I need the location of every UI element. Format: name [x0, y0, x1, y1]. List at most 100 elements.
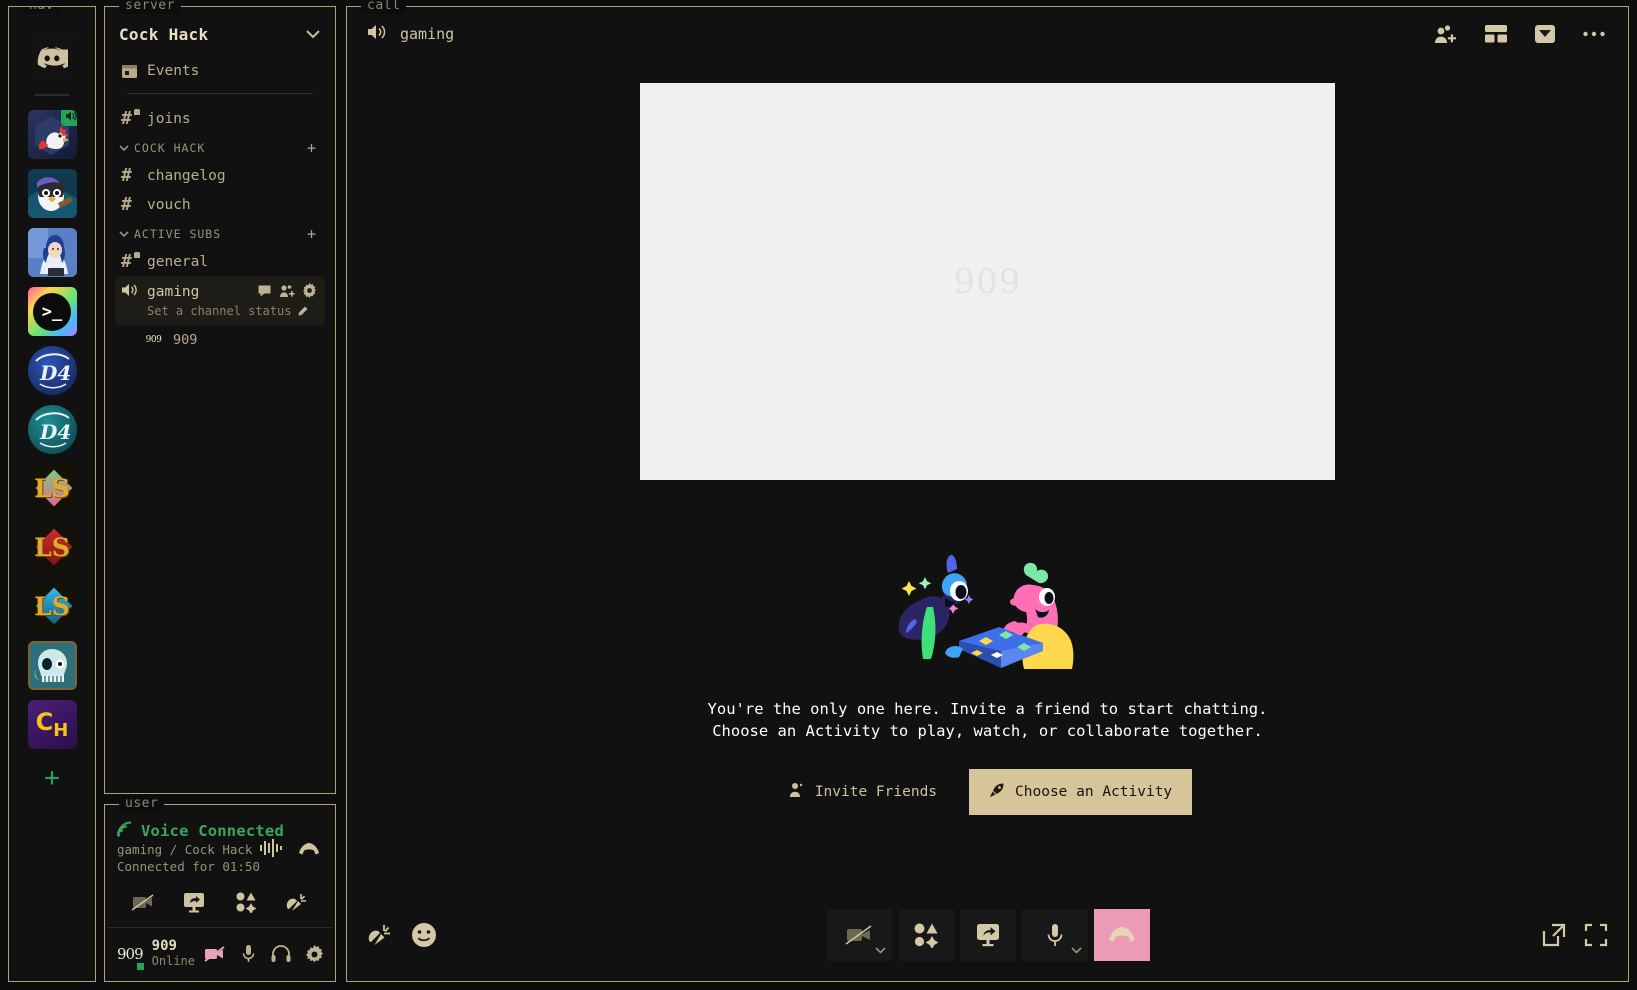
sidebar-item-general[interactable]: # general [115, 247, 325, 276]
sidebar-item-d4-teal-server[interactable]: D4 [27, 405, 77, 454]
screen-share-icon [976, 924, 999, 947]
invite-person-icon [789, 782, 805, 802]
microphone-toggle-button[interactable] [1021, 909, 1088, 961]
fullscreen-icon [1584, 923, 1608, 947]
chat-bubble-icon[interactable] [257, 283, 272, 302]
camera-off-icon [845, 925, 871, 945]
voice-connected-badge [60, 110, 77, 126]
sidebar-item-terminal-server[interactable]: >_ [27, 287, 77, 336]
sidebar-item-gaming-voice[interactable]: gaming Set a channel status [115, 276, 325, 325]
sidebar-item-changelog[interactable]: # changelog [115, 161, 325, 190]
sidebar-item-anime-server[interactable] [27, 228, 77, 277]
disconnect-call-icon[interactable] [297, 841, 321, 860]
user-profile-bar[interactable]: 909 909 Online [105, 928, 335, 981]
sidebar-item-penguin-server[interactable] [27, 169, 77, 218]
camera-off-button[interactable] [128, 889, 158, 915]
popout-button[interactable] [1542, 923, 1566, 947]
server-slot: LS [9, 582, 95, 631]
avatar: 909 [143, 329, 164, 350]
add-channel-button[interactable]: + [307, 139, 317, 157]
screen-share-icon [184, 893, 205, 913]
empty-state-text: You're the only one here. Invite a frien… [708, 698, 1268, 742]
terminal-prompt-icon: >_ [33, 292, 71, 331]
sidebar-item-ls-blue-server[interactable]: LS [27, 582, 77, 631]
voice-connected-header: Voice Connected [117, 821, 323, 841]
headphones-icon[interactable] [270, 943, 292, 965]
hash-icon: # [121, 194, 132, 215]
screen-share-button[interactable] [959, 909, 1016, 961]
activities-button[interactable] [897, 909, 954, 961]
svg-text:D4: D4 [39, 420, 71, 444]
activities-button[interactable] [231, 889, 261, 915]
more-options-icon[interactable] [1582, 30, 1606, 38]
speaker-icon [367, 23, 387, 45]
camera-disabled-icon[interactable] [204, 943, 226, 965]
sidebar-item-events[interactable]: Events [115, 56, 325, 85]
sidebar-item-ch-server[interactable]: CH [27, 700, 77, 749]
add-server-button[interactable]: + [44, 765, 60, 791]
settings-gear-icon[interactable] [303, 943, 325, 965]
fullscreen-button[interactable] [1584, 923, 1608, 947]
channel-column: server Cock Hack Events # joins COCK HAC… [104, 0, 336, 982]
invite-friends-button[interactable]: Invite Friends [783, 772, 943, 812]
screen-share-button[interactable] [179, 889, 209, 915]
choose-activity-button[interactable]: Choose an Activity [969, 768, 1193, 815]
invite-friends-label: Invite Friends [814, 783, 938, 800]
voice-right-controls [259, 839, 321, 861]
rocket-icon [989, 782, 1005, 802]
settings-gear-icon[interactable] [302, 282, 317, 302]
smiley-icon [412, 923, 436, 947]
category-left: ACTIVE SUBS [119, 227, 221, 241]
disconnect-button[interactable] [1093, 909, 1150, 961]
empty-state-illustration [899, 554, 1074, 669]
server-header-dropdown[interactable]: Cock Hack [105, 15, 335, 56]
microphone-icon[interactable] [237, 943, 259, 965]
chevron-down-icon[interactable] [874, 947, 886, 957]
sidebar-item-rooster-server[interactable] [27, 110, 77, 159]
sidebar-item-d4-blue-server[interactable]: D4 [27, 346, 77, 395]
video-tile[interactable]: 909 [640, 83, 1335, 480]
chevron-down-icon[interactable] [1070, 947, 1082, 957]
channel-status-placeholder[interactable]: Set a channel status [147, 304, 317, 318]
add-channel-button[interactable]: + [307, 225, 317, 243]
server-slot [9, 169, 95, 218]
channel-status-text: Set a channel status [147, 304, 292, 318]
sidebar-item-label: general [147, 253, 209, 270]
add-person-icon[interactable] [1434, 24, 1458, 44]
voice-member-name: 909 [173, 331, 198, 348]
camera-toggle-button[interactable] [825, 909, 892, 961]
soundboard-button[interactable] [367, 923, 393, 947]
user-panel: user Voice Connected gaming / Cock Hack [104, 796, 336, 982]
sidebar-item-skull-server[interactable] [27, 641, 77, 690]
emoji-button[interactable] [411, 922, 437, 948]
call-channel-title: gaming [400, 25, 455, 43]
ls-logo-text: LS [34, 592, 70, 621]
camera-off-icon [131, 894, 154, 911]
nav-server-list: >_ D4 D4 LS LS LS CH + [9, 33, 95, 791]
sidebar-item-ls-green-server[interactable]: LS [27, 464, 77, 513]
chat-panel-icon[interactable] [1534, 24, 1556, 44]
sidebar-item-discord-home[interactable] [27, 33, 77, 82]
sidebar-item-joins[interactable]: # joins [115, 104, 325, 133]
video-tile-watermark: 909 [953, 261, 1022, 302]
invite-person-icon[interactable] [279, 283, 295, 302]
sidebar-item-ls-red-server[interactable]: LS [27, 523, 77, 572]
speaker-icon [66, 111, 77, 121]
avatar[interactable]: 909 [117, 937, 146, 972]
grid-layout-icon[interactable] [1484, 24, 1508, 44]
category-active-subs[interactable]: ACTIVE SUBS + [115, 219, 325, 247]
hash-lock-icon: # [121, 252, 140, 271]
channel-divider [127, 93, 313, 94]
sidebar-item-vouch[interactable]: # vouch [115, 190, 325, 219]
category-cock-hack[interactable]: COCK HACK + [115, 133, 325, 161]
soundboard-button[interactable] [282, 889, 312, 915]
server-panel-legend: server [119, 0, 181, 14]
signal-icon [117, 821, 134, 841]
voice-member-909[interactable]: 909 909 [115, 325, 325, 354]
category-label: ACTIVE SUBS [134, 227, 222, 241]
sidebar-item-label: Events [147, 62, 200, 79]
signal-bars-icon[interactable] [259, 839, 283, 861]
activities-icon [914, 923, 938, 948]
server-panel: server Cock Hack Events # joins COCK HAC… [104, 0, 336, 794]
penguin-avatar-icon [27, 169, 77, 218]
